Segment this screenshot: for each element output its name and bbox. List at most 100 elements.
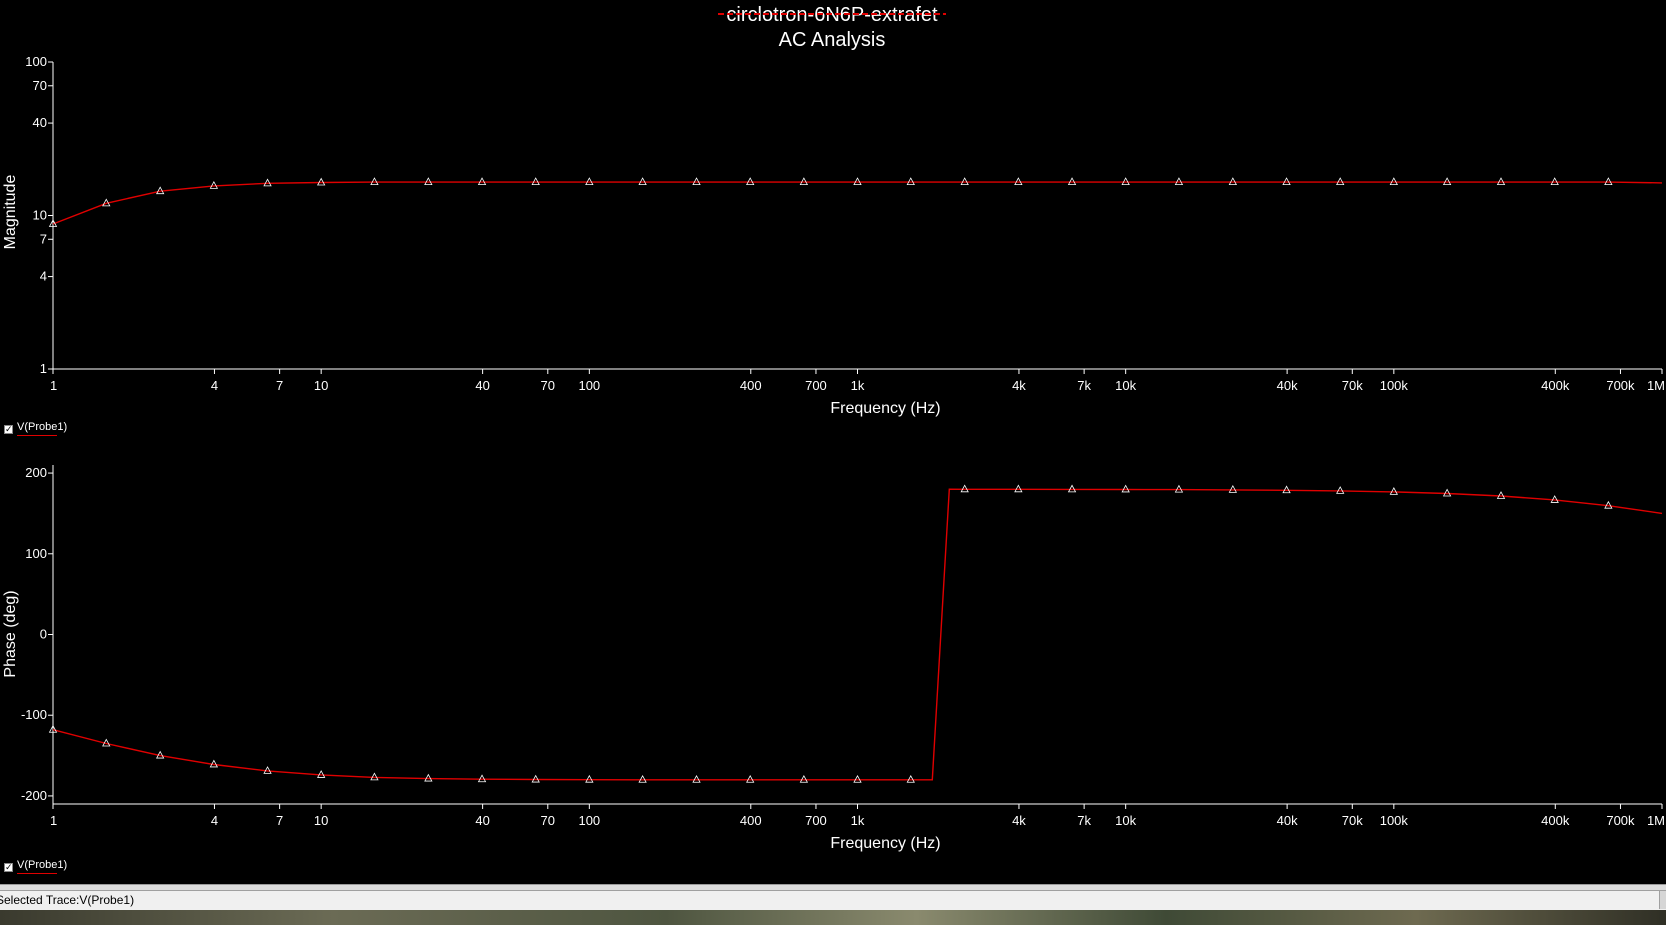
x-tick-label: 40 [475, 813, 489, 828]
x-tick-label: 700 [805, 813, 827, 828]
y-tick-label: 200 [25, 465, 47, 480]
x-axis-label: Frequency (Hz) [830, 400, 940, 417]
x-tick-label: 1M [1647, 378, 1665, 393]
data-point-marker [1067, 484, 1077, 493]
legend-swatch [17, 873, 57, 874]
data-point-marker [853, 177, 862, 186]
x-tick-label: 1k [851, 378, 865, 393]
y-tick-label: 40 [33, 115, 47, 130]
data-point-marker [1228, 177, 1238, 186]
data-point-marker [370, 177, 379, 186]
data-point-marker [638, 177, 647, 186]
data-point-marker [746, 774, 755, 783]
x-tick-label: 700 [805, 378, 827, 393]
x-tick-label: 7 [276, 378, 283, 393]
status-text: Selected Trace:V(Probe1) [0, 893, 135, 907]
data-point-marker [1336, 177, 1345, 186]
x-tick-label: 7k [1077, 378, 1091, 393]
y-tick-label: 70 [33, 78, 47, 93]
data-point-marker [477, 774, 487, 783]
desktop-background-strip [0, 910, 1666, 925]
data-point-marker [906, 177, 915, 186]
data-point-marker [1389, 487, 1399, 495]
x-tick-label: 1k [851, 813, 865, 828]
checkbox-icon[interactable]: ✓ [4, 425, 13, 434]
y-axis-label: Magnitude [2, 175, 19, 250]
data-point-marker [424, 177, 433, 186]
data-point-marker [477, 177, 487, 186]
data-point-marker [799, 177, 809, 186]
checkbox-icon[interactable]: ✓ [4, 863, 13, 872]
y-tick-label: 100 [25, 546, 47, 561]
resize-grip-icon[interactable] [1659, 891, 1666, 909]
x-tick-label: 1M [1647, 813, 1665, 828]
x-tick-label: 7 [276, 813, 283, 828]
data-point-marker [1389, 177, 1399, 186]
y-tick-label: -100 [21, 707, 47, 722]
data-point-marker [906, 774, 915, 783]
y-tick-label: 0 [40, 627, 47, 642]
data-point-marker [585, 177, 594, 186]
phase-panel: 1 4 7 10 40 70 100 400 700 1k 4k 7k 10k 40k 70k 100k 400… [2, 465, 1665, 852]
y-tick-label: 4 [40, 269, 47, 284]
data-point-marker [799, 774, 809, 783]
x-tick-label: 400 [740, 378, 762, 393]
data-point-marker [1014, 177, 1023, 186]
series-line[interactable] [52, 181, 1663, 225]
x-tick-label: 70 [541, 813, 555, 828]
y-tick-label: 7 [40, 231, 47, 246]
data-point-marker [1282, 177, 1291, 186]
data-point-marker [1496, 177, 1506, 186]
x-tick-label: 100 [578, 813, 600, 828]
series-line[interactable] [52, 488, 1663, 781]
data-point-marker [638, 774, 647, 783]
data-point-marker [1228, 485, 1238, 493]
data-point-marker [960, 484, 969, 493]
x-tick-label: 100k [1380, 813, 1409, 828]
x-tick-label: 700k [1606, 378, 1635, 393]
legend-phase[interactable]: ✓ V(Probe1) [4, 859, 68, 877]
x-tick-label: 10 [314, 378, 328, 393]
y-axis-label: Phase (deg) [2, 590, 19, 677]
x-tick-label: 70k [1342, 813, 1363, 828]
x-tick-label: 7k [1077, 813, 1091, 828]
data-point-marker [1014, 484, 1023, 493]
x-tick-label: 1 [50, 813, 57, 828]
data-point-marker [1336, 486, 1345, 494]
data-point-marker [531, 177, 540, 186]
data-point-marker [424, 773, 433, 782]
status-bar: Selected Trace:V(Probe1) [0, 890, 1666, 910]
x-tick-label: 4k [1012, 378, 1026, 393]
x-tick-label: 1 [50, 378, 57, 393]
x-tick-label: 100 [578, 378, 600, 393]
x-tick-label: 70 [541, 378, 555, 393]
x-tick-label: 4k [1012, 813, 1026, 828]
x-tick-label: 10k [1115, 378, 1136, 393]
data-point-marker [1282, 485, 1291, 494]
legend-swatch [17, 435, 57, 436]
legend-magnitude[interactable]: ✓ V(Probe1) [4, 421, 67, 439]
data-point-marker [1067, 177, 1077, 186]
data-point-marker [1121, 177, 1130, 186]
data-point-marker [1174, 484, 1184, 493]
x-tick-label: 40k [1277, 378, 1298, 393]
data-point-marker [1174, 177, 1184, 186]
x-tick-label: 400 [740, 813, 762, 828]
data-point-marker [746, 177, 755, 186]
x-tick-label: 100k [1380, 378, 1409, 393]
y-tick-label: 1 [40, 361, 47, 376]
x-tick-label: 400k [1541, 378, 1570, 393]
data-point-marker [853, 774, 862, 783]
magnitude-panel: 1 4 7 10 40 70 100 400 700 1k 4k 7k 10k 40k 70k 100k 400… [2, 54, 1665, 417]
x-tick-label: 70k [1342, 378, 1363, 393]
data-point-marker [692, 177, 701, 186]
x-tick-label: 10k [1115, 813, 1136, 828]
x-tick-label: 700k [1606, 813, 1635, 828]
x-tick-label: 40 [475, 378, 489, 393]
legend-label: V(Probe1) [17, 859, 68, 871]
data-point-marker [1121, 484, 1130, 493]
data-point-marker [316, 177, 326, 186]
data-point-marker [692, 774, 701, 783]
data-point-marker [1604, 177, 1613, 186]
x-axis-label: Frequency (Hz) [830, 835, 940, 852]
